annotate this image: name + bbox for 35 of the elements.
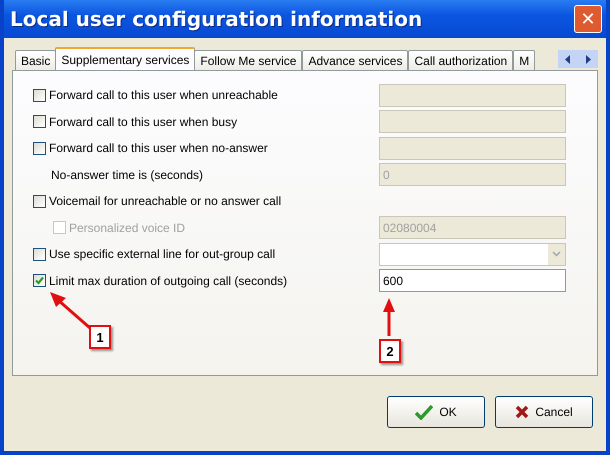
checkbox-label: Forward call to this user when no-answer (49, 141, 268, 156)
field-label: No-answer time is (seconds) (50, 168, 204, 182)
checkbox-label: Forward call to this user when busy (49, 114, 238, 129)
checkbox[interactable] (33, 88, 46, 102)
callout-badge: 2 (379, 339, 401, 363)
tab[interactable]: Call authorization (408, 50, 514, 70)
checkbox[interactable] (33, 274, 46, 288)
dropdown-field[interactable] (379, 242, 566, 266)
input-field[interactable]: 600 (379, 269, 566, 292)
checkbox-label: Use specific external line for out-group call (49, 247, 276, 262)
checkbox-label: Personalized voice ID (69, 220, 186, 235)
arrow (383, 298, 395, 336)
window-title: Local user configuration information (10, 7, 422, 31)
checkbox-label: Forward call to this user when unreachable (49, 88, 278, 102)
checkbox-label: Limit max duration of outgoing call (seconds) (49, 274, 288, 288)
ok-button[interactable]: OK (387, 396, 485, 428)
tab[interactable]: M (513, 50, 536, 70)
checkbox[interactable] (33, 142, 46, 155)
left-arrow-icon[interactable] (564, 54, 572, 64)
checkbox[interactable] (33, 115, 46, 128)
check-icon (415, 404, 434, 420)
callout-badge: 1 (89, 325, 111, 349)
checkbox[interactable] (33, 194, 46, 208)
chevron-down-icon (552, 251, 561, 258)
tab[interactable]: Advance services (302, 50, 408, 70)
cancel-button[interactable]: Cancel (495, 396, 593, 428)
tab[interactable]: Basic (15, 50, 56, 70)
arrow (50, 292, 91, 330)
close-icon (515, 405, 530, 419)
checkbox[interactable] (33, 248, 46, 261)
checkbox-label: Voicemail for unreachable or no answer call (49, 194, 282, 208)
tab[interactable]: Follow Me service (194, 50, 302, 70)
right-arrow-icon[interactable] (584, 54, 592, 64)
tab[interactable]: Supplementary services (55, 47, 196, 70)
close-button[interactable]: ✕ (574, 5, 602, 33)
